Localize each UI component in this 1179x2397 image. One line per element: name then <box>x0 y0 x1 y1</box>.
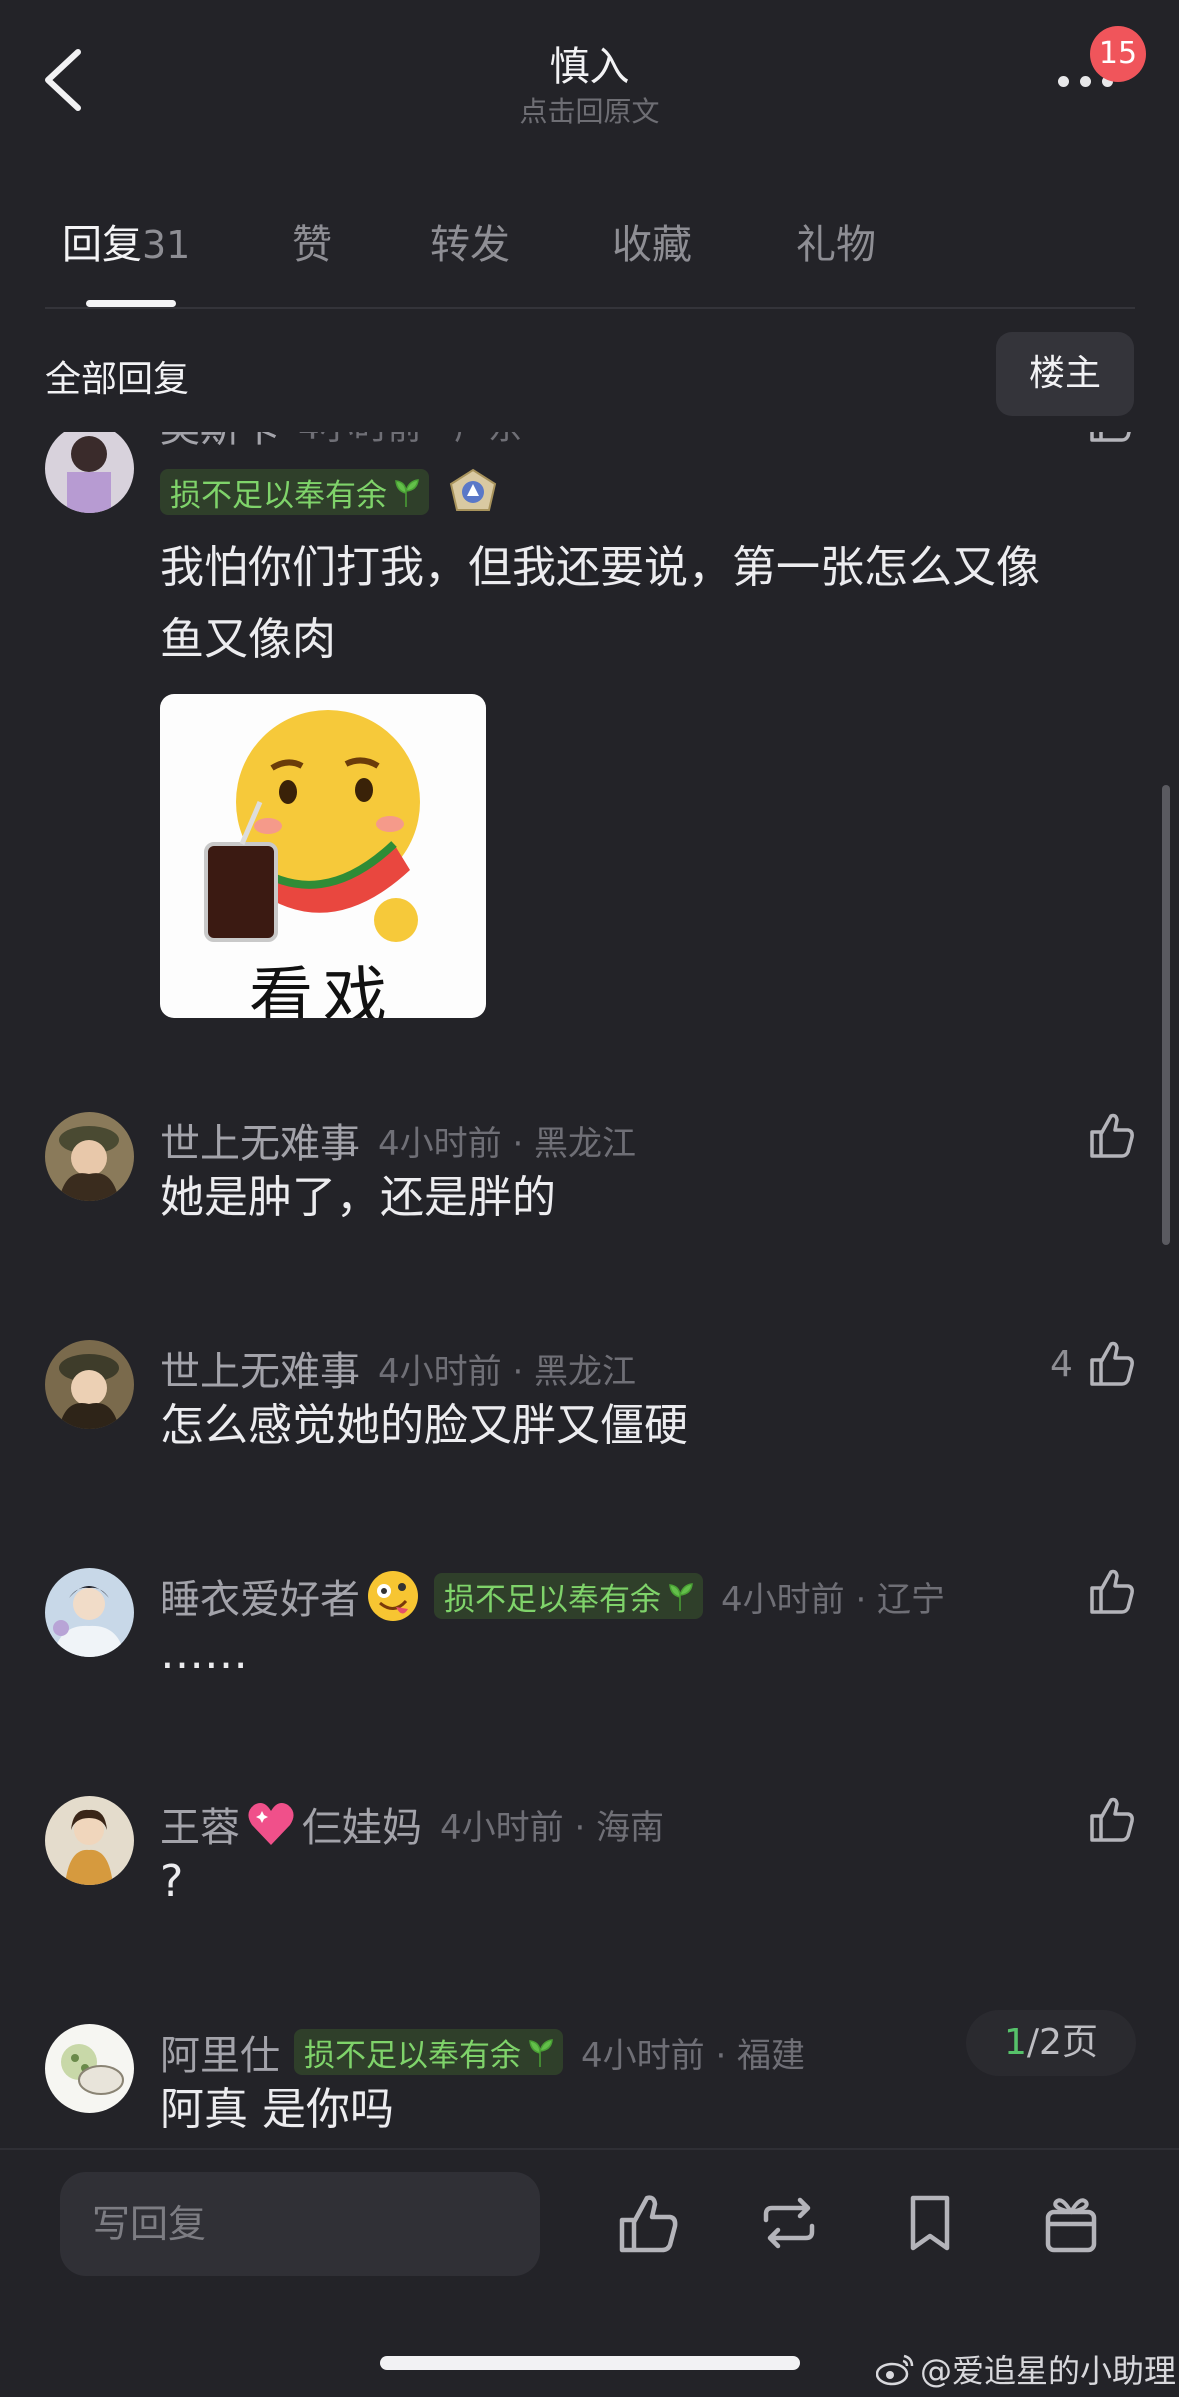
timestamp-location: 4小时前 · 辽宁 <box>721 1579 946 1620</box>
watermark-text: @爱追星的小助理 <box>920 2352 1177 2390</box>
vip-crown-icon <box>449 468 497 511</box>
timestamp-location: 4小时前 · 广东 <box>298 432 522 449</box>
like-count: 4 <box>1050 1344 1073 1385</box>
fan-tag-label: 损不足以奉有余 <box>304 2037 521 2074</box>
active-tab-indicator <box>86 300 176 307</box>
comment-text: …… <box>160 1628 248 1679</box>
sprout-icon <box>395 479 419 507</box>
username[interactable]: 睡衣爱好者 <box>160 1567 360 1625</box>
fan-tag-label: 损不足以奉有余 <box>444 1581 661 1618</box>
tab-favorites[interactable]: 收藏 <box>612 212 692 270</box>
username-part[interactable]: 王蓉 <box>160 1795 240 1853</box>
avatar[interactable] <box>45 1568 134 1657</box>
watermark: @爱追星的小助理 <box>876 2346 1176 2392</box>
avatar[interactable] <box>45 2024 134 2113</box>
reply-input[interactable]: 写回复 <box>60 2172 540 2276</box>
comment-header: 睡衣爱好者 损不足以奉有余 4小时前 · 辽宁 <box>160 1566 945 1626</box>
avatar[interactable] <box>45 1796 134 1885</box>
username[interactable]: 阿里仕 <box>160 2023 280 2081</box>
sprout-icon <box>669 1583 693 1611</box>
fan-tag-label: 损不足以奉有余 <box>170 477 387 514</box>
avatar[interactable] <box>45 432 134 513</box>
sticker-caption: 看戏 <box>249 961 397 1018</box>
comment-text: ? <box>160 1856 184 1907</box>
comment-text: 阿真 是你吗 <box>160 2084 394 2135</box>
gift-icon[interactable] <box>1038 2190 1104 2256</box>
fan-tag[interactable]: 损不足以奉有余 <box>160 469 429 515</box>
tab-replies-label: 回复 <box>62 222 142 268</box>
notification-badge: 15 <box>1090 26 1146 82</box>
post-title[interactable]: 慎入 <box>0 34 1179 92</box>
comment-header: 王蓉 仨娃妈 4小时前 · 海南 <box>160 1794 664 1854</box>
tab-likes[interactable]: 赞 <box>292 212 332 270</box>
username-part[interactable]: 仨娃妈 <box>302 1795 422 1853</box>
back-to-post-link[interactable]: 点击回原文 <box>0 90 1179 130</box>
all-replies-filter[interactable]: 全部回复 <box>45 350 189 402</box>
like-icon[interactable] <box>1086 1110 1136 1160</box>
tab-gifts[interactable]: 礼物 <box>796 212 876 270</box>
tab-replies-count: 31 <box>142 223 191 267</box>
timestamp-location: 4小时前 · 福建 <box>581 2035 806 2076</box>
weibo-logo-icon <box>876 2354 914 2386</box>
comment-text-line: 鱼又像肉 <box>160 614 336 665</box>
username[interactable]: 世上无难事 <box>160 1339 360 1397</box>
sticker-image[interactable]: 看戏 <box>160 694 486 1018</box>
tab-bar: 回复31 赞 转发 收藏 礼物 <box>0 212 1179 292</box>
weibo-comments-screen: 慎入 点击回原文 15 回复31 赞 转发 收藏 礼物 全部回复 楼主 奥斯卡 … <box>0 0 1179 2397</box>
tab-replies[interactable]: 回复31 <box>62 212 190 270</box>
op-only-button[interactable]: 楼主 <box>996 332 1134 416</box>
like-count: 5 <box>1050 432 1073 439</box>
comment-header: 奥斯卡 4小时前 · 广东 <box>160 432 522 454</box>
tab-reposts[interactable]: 转发 <box>430 212 510 270</box>
like-icon[interactable] <box>1086 1566 1136 1616</box>
fan-tag[interactable]: 损不足以奉有余 <box>294 2029 563 2075</box>
total-pages: /2页 <box>1026 2022 1098 2063</box>
fan-tag[interactable]: 损不足以奉有余 <box>434 1573 703 1619</box>
timestamp-location: 4小时前 · 黑龙江 <box>378 1351 637 1392</box>
username[interactable]: 世上无难事 <box>160 1111 360 1169</box>
username[interactable]: 奥斯卡 <box>160 432 280 453</box>
comment-header: 阿里仕 损不足以奉有余 4小时前 · 福建 <box>160 2022 805 2082</box>
divider <box>45 307 1135 309</box>
timestamp-location: 4小时前 · 海南 <box>440 1807 665 1848</box>
comment-text: 她是肿了，还是胖的 <box>160 1172 556 1223</box>
sparkling-heart-icon <box>248 1803 294 1845</box>
scrollbar[interactable] <box>1162 785 1170 1245</box>
comment-text-line: 我怕你们打我，但我还要说，第一张怎么又像 <box>160 542 1040 593</box>
like-icon[interactable] <box>1086 432 1136 444</box>
like-icon[interactable] <box>1086 1338 1136 1388</box>
comment-header: 世上无难事 4小时前 · 黑龙江 <box>160 1338 636 1398</box>
divider <box>0 2148 1179 2150</box>
badge-row: 损不足以奉有余 <box>160 462 503 522</box>
timestamp-location: 4小时前 · 黑龙江 <box>378 1123 637 1164</box>
page-indicator[interactable]: 1/2页 <box>966 2010 1136 2076</box>
like-icon[interactable] <box>614 2190 680 2256</box>
bookmark-icon[interactable] <box>897 2190 963 2256</box>
comment-list[interactable]: 奥斯卡 4小时前 · 广东 5 损不足以奉有余 我怕你们打我，但我还要说，第一张… <box>0 432 1179 2148</box>
sprout-icon <box>529 2039 553 2067</box>
repost-icon[interactable] <box>756 2190 822 2256</box>
home-indicator[interactable] <box>380 2356 800 2370</box>
avatar[interactable] <box>45 1112 134 1201</box>
comment-header: 世上无难事 4小时前 · 黑龙江 <box>160 1110 636 1170</box>
like-icon[interactable] <box>1086 1794 1136 1844</box>
comment-text: 怎么感觉她的脸又胖又僵硬 <box>160 1400 688 1451</box>
zany-face-emoji-icon <box>368 1571 418 1621</box>
current-page: 1 <box>1004 2022 1027 2063</box>
avatar[interactable] <box>45 1340 134 1429</box>
